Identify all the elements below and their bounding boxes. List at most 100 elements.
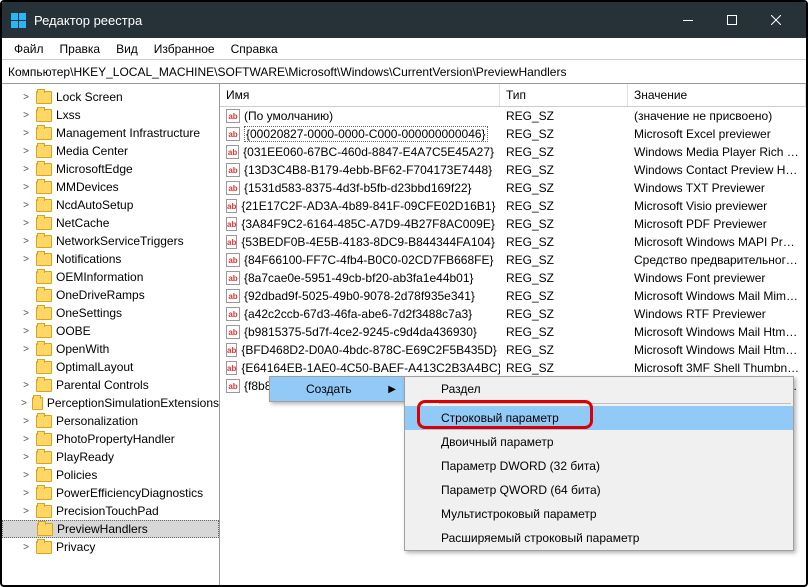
tree-item[interactable]: OEMInformation <box>2 268 219 286</box>
list-row[interactable]: ab{13D3C4B8-B179-4ebb-BF62-F704173E7448}… <box>220 161 806 179</box>
ctx-new-key[interactable]: Раздел <box>405 377 793 401</box>
folder-icon <box>36 469 52 482</box>
tree-item[interactable]: >NetworkServiceTriggers <box>2 232 219 250</box>
value-data: Microsoft Excel previewer <box>628 127 806 141</box>
expand-icon[interactable]: > <box>20 182 32 193</box>
list-row[interactable]: ab{BFD468D2-D0A0-4bdc-878C-E69C2F5B435D}… <box>220 341 806 359</box>
tree-item[interactable]: >PowerEfficiencyDiagnostics <box>2 484 219 502</box>
expand-icon[interactable]: > <box>20 110 32 121</box>
value-name: {84F66100-FF7C-4fb4-B0C0-02CD7FB668FE} <box>244 253 493 267</box>
list-row[interactable]: ab{00020827-0000-0000-C000-000000000046}… <box>220 125 806 143</box>
list-row[interactable]: ab{8a7cae0e-5951-49cb-bf20-ab3fa1e44b01}… <box>220 269 806 287</box>
minimize-button[interactable] <box>666 2 710 38</box>
list-row[interactable]: ab{1531d583-8375-4d3f-b5fb-d23bbd169f22}… <box>220 179 806 197</box>
col-type[interactable]: Тип <box>500 84 628 106</box>
expand-icon[interactable]: > <box>20 254 32 265</box>
tree-item[interactable]: OneDriveRamps <box>2 286 219 304</box>
folder-icon <box>36 181 52 194</box>
expand-icon[interactable]: > <box>20 452 32 463</box>
expand-icon[interactable]: > <box>20 380 32 391</box>
menu-file[interactable]: Файл <box>6 40 52 58</box>
tree-item[interactable]: OptimalLayout <box>2 358 219 376</box>
tree-item[interactable]: >Personalization <box>2 412 219 430</box>
expand-icon[interactable]: > <box>20 92 32 103</box>
tree-item[interactable]: >OpenWith <box>2 340 219 358</box>
tree-item[interactable]: >Management Infrastructure <box>2 124 219 142</box>
tree-item[interactable]: >PerceptionSimulationExtensions <box>2 394 219 412</box>
menu-edit[interactable]: Правка <box>52 40 109 58</box>
tree-item[interactable]: >MicrosoftEdge <box>2 160 219 178</box>
list-row[interactable]: ab{031EE060-67BC-460d-8847-E4A7C5E45A27}… <box>220 143 806 161</box>
tree-item[interactable]: >NetCache <box>2 214 219 232</box>
tree-item[interactable]: >Notifications <box>2 250 219 268</box>
ctx-new-qword[interactable]: Параметр QWORD (64 бита) <box>405 478 793 502</box>
expand-icon[interactable]: > <box>20 542 32 553</box>
expand-icon[interactable]: > <box>20 470 32 481</box>
list-row[interactable]: ab{53BEDF0B-4E5B-4183-8DC9-B844344FA104}… <box>220 233 806 251</box>
list-pane[interactable]: Имя Тип Значение ab(По умолчанию)REG_SZ(… <box>220 84 806 585</box>
ctx-new-expandstring[interactable]: Расширяемый строковый параметр <box>405 526 793 550</box>
address-bar[interactable]: Компьютер\HKEY_LOCAL_MACHINE\SOFTWARE\Mi… <box>2 60 806 84</box>
tree-item[interactable]: >Lock Screen <box>2 88 219 106</box>
value-data: Microsoft Windows Mail Html Preview Hand… <box>628 325 806 339</box>
tree-item[interactable]: >Policies <box>2 466 219 484</box>
expand-icon[interactable]: > <box>20 326 32 337</box>
list-row[interactable]: ab(По умолчанию)REG_SZ(значение не присв… <box>220 107 806 125</box>
col-name[interactable]: Имя <box>220 84 500 106</box>
value-type: REG_SZ <box>500 289 628 303</box>
menu-favorites[interactable]: Избранное <box>146 40 223 58</box>
folder-icon <box>36 271 52 284</box>
tree-label: Parental Controls <box>56 378 149 392</box>
list-row[interactable]: ab{a42c2ccb-67d3-46fa-abe6-7d2f3488c7a3}… <box>220 305 806 323</box>
list-row[interactable]: ab{21E17C2F-AD3A-4b89-841F-09CFE02D16B1}… <box>220 197 806 215</box>
value-data: Windows TXT Previewer <box>628 181 806 195</box>
value-name: {92dbad9f-5025-49b0-9078-2d78f935e341} <box>244 289 475 303</box>
expand-icon[interactable]: > <box>20 236 32 247</box>
ctx-new-multistring[interactable]: Мультистроковый параметр <box>405 502 793 526</box>
expand-icon[interactable]: > <box>20 200 32 211</box>
tree-item[interactable]: >PrecisionTouchPad <box>2 502 219 520</box>
expand-icon[interactable]: > <box>20 308 32 319</box>
folder-icon <box>36 415 52 428</box>
string-icon: ab <box>226 289 240 303</box>
list-row[interactable]: ab{3A84F9C2-6164-485C-A7D9-4B27F8AC009E}… <box>220 215 806 233</box>
expand-icon[interactable]: > <box>20 164 32 175</box>
expand-icon[interactable]: > <box>20 434 32 445</box>
list-row[interactable]: ab{84F66100-FF7C-4fb4-B0C0-02CD7FB668FE}… <box>220 251 806 269</box>
string-icon: ab <box>226 379 240 393</box>
expand-icon[interactable]: > <box>20 128 32 139</box>
tree-item[interactable]: >Privacy <box>2 538 219 556</box>
expand-icon[interactable]: > <box>20 416 32 427</box>
tree-pane[interactable]: >Lock Screen>Lxss>Management Infrastruct… <box>2 84 220 585</box>
tree-item[interactable]: > Parental Controls <box>2 376 219 394</box>
tree-item[interactable]: >PlayReady <box>2 448 219 466</box>
close-button[interactable] <box>754 2 798 38</box>
tree-item[interactable]: >PhotoPropertyHandler <box>2 430 219 448</box>
tree-item[interactable]: >MMDevices <box>2 178 219 196</box>
tree-item[interactable]: >Media Center <box>2 142 219 160</box>
list-row[interactable]: ab {92dbad9f-5025-49b0-9078-2d78f935e341}… <box>220 287 806 305</box>
tree-item[interactable]: >OneSettings <box>2 304 219 322</box>
tree-item[interactable]: > Lxss <box>2 106 219 124</box>
tree-item[interactable]: >OOBE <box>2 322 219 340</box>
ctx-new[interactable]: Создать ▶ <box>270 377 404 401</box>
list-row[interactable]: ab{E64164EB-1AE0-4C50-BAEF-A413C2B3A4BC}… <box>220 359 806 377</box>
ctx-new-binary[interactable]: Двоичный параметр <box>405 430 793 454</box>
tree-item[interactable]: >NcdAutoSetup <box>2 196 219 214</box>
list-row[interactable]: ab{b9815375-5d7f-4ce2-9245-c9d4da436930}… <box>220 323 806 341</box>
expand-icon[interactable]: > <box>20 218 32 229</box>
tree-item[interactable]: PreviewHandlers <box>2 520 219 538</box>
maximize-button[interactable] <box>710 2 754 38</box>
ctx-new-dword[interactable]: Параметр DWORD (32 бита) <box>405 454 793 478</box>
menu-view[interactable]: Вид <box>108 40 146 58</box>
expand-icon[interactable]: > <box>20 488 32 499</box>
ctx-new-string[interactable]: Строковый параметр <box>405 406 793 430</box>
string-icon: ab <box>226 145 239 159</box>
expand-icon[interactable]: > <box>20 344 32 355</box>
expand-icon[interactable]: > <box>20 398 28 409</box>
tree-label: Lxss <box>56 108 81 122</box>
expand-icon[interactable]: > <box>20 146 32 157</box>
expand-icon[interactable]: > <box>20 506 32 517</box>
menu-help[interactable]: Справка <box>223 40 286 58</box>
col-value[interactable]: Значение <box>628 84 806 106</box>
